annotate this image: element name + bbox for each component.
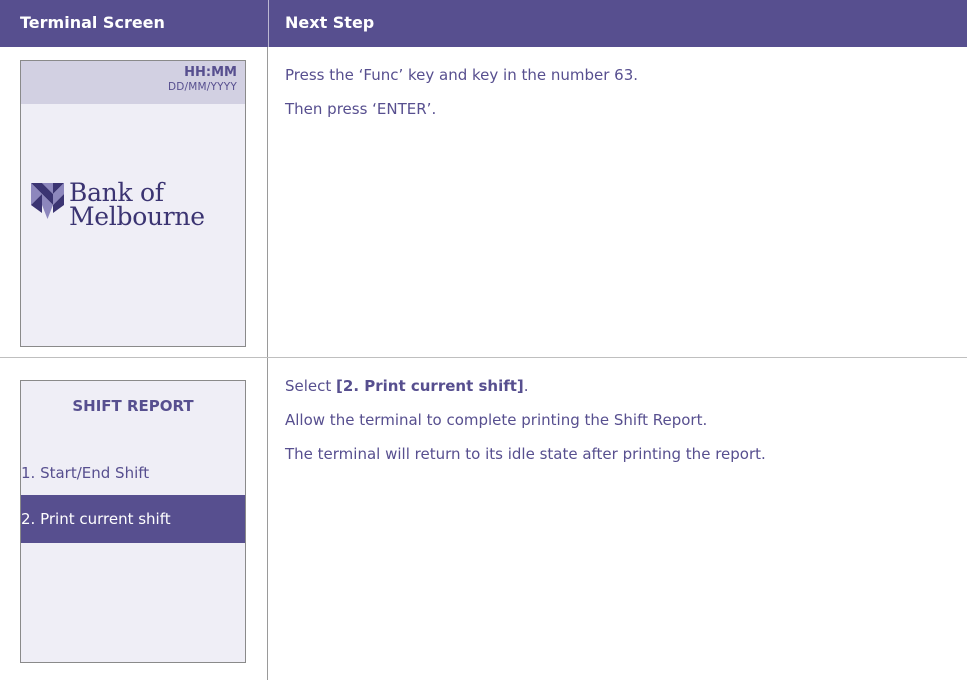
step-instruction-2: Then press ‘ENTER’. <box>285 100 437 118</box>
screen-date: DD/MM/YYYY <box>167 81 237 93</box>
logo-wordmark: Bank of Melbourne <box>69 180 205 231</box>
logo-line-2: Melbourne <box>69 202 205 231</box>
row-divider <box>0 357 967 358</box>
step-instruction-5: The terminal will return to its idle sta… <box>285 445 766 463</box>
terminal-shift-report-screen: SHIFT REPORT 1. Start/End Shift 2. Print… <box>20 380 246 663</box>
bank-of-melbourne-logo-icon <box>31 183 64 219</box>
menu-item-start-end-shift[interactable]: 1. Start/End Shift <box>21 464 149 482</box>
table-header: Terminal Screen Next Step <box>0 0 967 47</box>
bank-logo: Bank of Melbourne <box>31 180 241 237</box>
step-instruction-3: Select [2. Print current shift]. <box>285 377 529 395</box>
step-instruction-1: Press the ‘Func’ key and key in the numb… <box>285 66 639 84</box>
shift-report-title: SHIFT REPORT <box>72 397 194 415</box>
terminal-idle-screen: HH:MM DD/MM/YYYY Bank of Melbourne <box>20 60 246 347</box>
menu-item-print-current-shift[interactable]: 2. Print current shift <box>21 495 245 543</box>
screen-time: HH:MM <box>184 65 237 80</box>
header-divider <box>268 0 269 47</box>
step-select-suffix: . <box>523 377 529 395</box>
header-terminal-screen: Terminal Screen <box>20 13 165 32</box>
header-next-step: Next Step <box>285 13 375 32</box>
column-divider <box>267 47 268 680</box>
screen-status-bar: HH:MM DD/MM/YYYY <box>21 61 245 104</box>
step-select-option: [2. Print current shift] <box>336 377 524 395</box>
step-select-prefix: Select <box>285 377 337 395</box>
step-instruction-4: Allow the terminal to complete printing … <box>285 411 708 429</box>
